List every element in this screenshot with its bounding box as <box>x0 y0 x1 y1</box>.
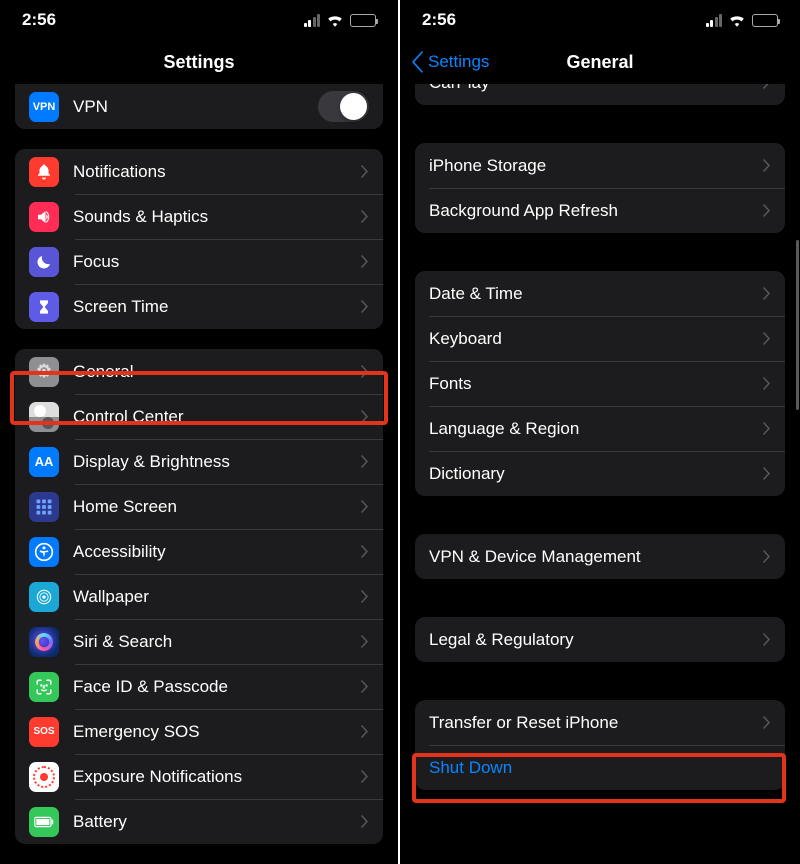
wifi-icon <box>326 13 344 27</box>
battery-icon <box>752 14 778 27</box>
back-button[interactable]: Settings <box>410 40 489 84</box>
row-label: VPN <box>73 97 318 117</box>
chevron-right-icon <box>361 815 369 828</box>
row-wallpaper[interactable]: Wallpaper <box>15 574 383 619</box>
row-legal-regulatory[interactable]: Legal & Regulatory <box>415 617 785 662</box>
row-display-brightness[interactable]: AA Display & Brightness <box>15 439 383 484</box>
settings-group: Notifications Sounds & Haptics Focus <box>15 149 383 329</box>
row-keyboard[interactable]: Keyboard <box>415 316 785 361</box>
row-date-time[interactable]: Date & Time <box>415 271 785 316</box>
row-general[interactable]: General <box>15 349 383 394</box>
row-battery[interactable]: Battery <box>15 799 383 844</box>
settings-content[interactable]: VPN VPN Notifications Sounds & Haptics <box>0 84 398 864</box>
row-background-app-refresh[interactable]: Background App Refresh <box>415 188 785 233</box>
status-icons <box>706 13 779 27</box>
row-siri-search[interactable]: Siri & Search <box>15 619 383 664</box>
row-dictionary[interactable]: Dictionary <box>415 451 785 496</box>
nav-bar: Settings <box>0 40 398 84</box>
general-screen: 2:56 Settings General CarPlay <box>400 0 800 864</box>
chevron-right-icon <box>361 545 369 558</box>
row-carplay[interactable]: CarPlay <box>415 84 785 105</box>
chevron-right-icon <box>361 500 369 513</box>
general-content[interactable]: CarPlay iPhone Storage Background App Re… <box>400 84 800 864</box>
row-vpn[interactable]: VPN VPN <box>15 84 383 129</box>
status-bar: 2:56 <box>0 0 398 40</box>
chevron-right-icon <box>763 377 771 390</box>
status-time: 2:56 <box>22 10 56 30</box>
row-shut-down[interactable]: Shut Down <box>415 745 785 790</box>
chevron-right-icon <box>361 300 369 313</box>
accessibility-icon <box>29 537 59 567</box>
battery-icon <box>350 14 376 27</box>
status-bar: 2:56 <box>400 0 800 40</box>
row-accessibility[interactable]: Accessibility <box>15 529 383 574</box>
bell-icon <box>29 157 59 187</box>
row-home-screen[interactable]: Home Screen <box>15 484 383 529</box>
settings-group: General Control Center AA Display & Brig… <box>15 349 383 844</box>
status-icons <box>304 13 377 27</box>
chevron-right-icon <box>763 633 771 646</box>
row-sounds-haptics[interactable]: Sounds & Haptics <box>15 194 383 239</box>
speaker-icon <box>29 202 59 232</box>
row-screen-time[interactable]: Screen Time <box>15 284 383 329</box>
text-size-icon: AA <box>29 447 59 477</box>
page-title: General <box>566 52 633 73</box>
chevron-right-icon <box>361 165 369 178</box>
chevron-right-icon <box>361 255 369 268</box>
gear-icon <box>29 357 59 387</box>
faceid-icon <box>29 672 59 702</box>
row-focus[interactable]: Focus <box>15 239 383 284</box>
chevron-right-icon <box>361 770 369 783</box>
row-control-center[interactable]: Control Center <box>15 394 383 439</box>
chevron-right-icon <box>763 204 771 217</box>
chevron-right-icon <box>361 725 369 738</box>
apps-grid-icon <box>29 492 59 522</box>
chevron-left-icon <box>410 51 424 73</box>
row-language-region[interactable]: Language & Region <box>415 406 785 451</box>
chevron-right-icon <box>763 159 771 172</box>
chevron-right-icon <box>361 455 369 468</box>
battery-icon <box>29 807 59 837</box>
status-time: 2:56 <box>422 10 456 30</box>
row-vpn-device-mgmt[interactable]: VPN & Device Management <box>415 534 785 579</box>
chevron-right-icon <box>763 716 771 729</box>
chevron-right-icon <box>763 422 771 435</box>
chevron-right-icon <box>763 332 771 345</box>
row-transfer-reset[interactable]: Transfer or Reset iPhone <box>415 700 785 745</box>
scroll-indicator[interactable] <box>796 240 799 410</box>
settings-screen: 2:56 Settings VPN VPN <box>0 0 400 864</box>
page-title: Settings <box>163 52 234 73</box>
chevron-right-icon <box>763 287 771 300</box>
row-exposure[interactable]: Exposure Notifications <box>15 754 383 799</box>
chevron-right-icon <box>361 680 369 693</box>
nav-bar: Settings General <box>400 40 800 84</box>
cellular-signal-icon <box>304 14 321 27</box>
chevron-right-icon <box>361 635 369 648</box>
chevron-right-icon <box>361 410 369 423</box>
chevron-right-icon <box>361 365 369 378</box>
cellular-signal-icon <box>706 14 723 27</box>
chevron-right-icon <box>763 550 771 563</box>
chevron-right-icon <box>763 84 771 89</box>
row-emergency-sos[interactable]: SOS Emergency SOS <box>15 709 383 754</box>
vpn-toggle[interactable] <box>318 91 369 122</box>
row-face-id[interactable]: Face ID & Passcode <box>15 664 383 709</box>
wallpaper-icon <box>29 582 59 612</box>
switches-icon <box>29 402 59 432</box>
row-iphone-storage[interactable]: iPhone Storage <box>415 143 785 188</box>
vpn-icon: VPN <box>29 92 59 122</box>
row-fonts[interactable]: Fonts <box>415 361 785 406</box>
wifi-icon <box>728 13 746 27</box>
chevron-right-icon <box>361 590 369 603</box>
exposure-icon <box>29 762 59 792</box>
row-notifications[interactable]: Notifications <box>15 149 383 194</box>
chevron-right-icon <box>763 467 771 480</box>
chevron-right-icon <box>361 210 369 223</box>
hourglass-icon <box>29 292 59 322</box>
sos-icon: SOS <box>29 717 59 747</box>
siri-icon <box>29 627 59 657</box>
moon-icon <box>29 247 59 277</box>
